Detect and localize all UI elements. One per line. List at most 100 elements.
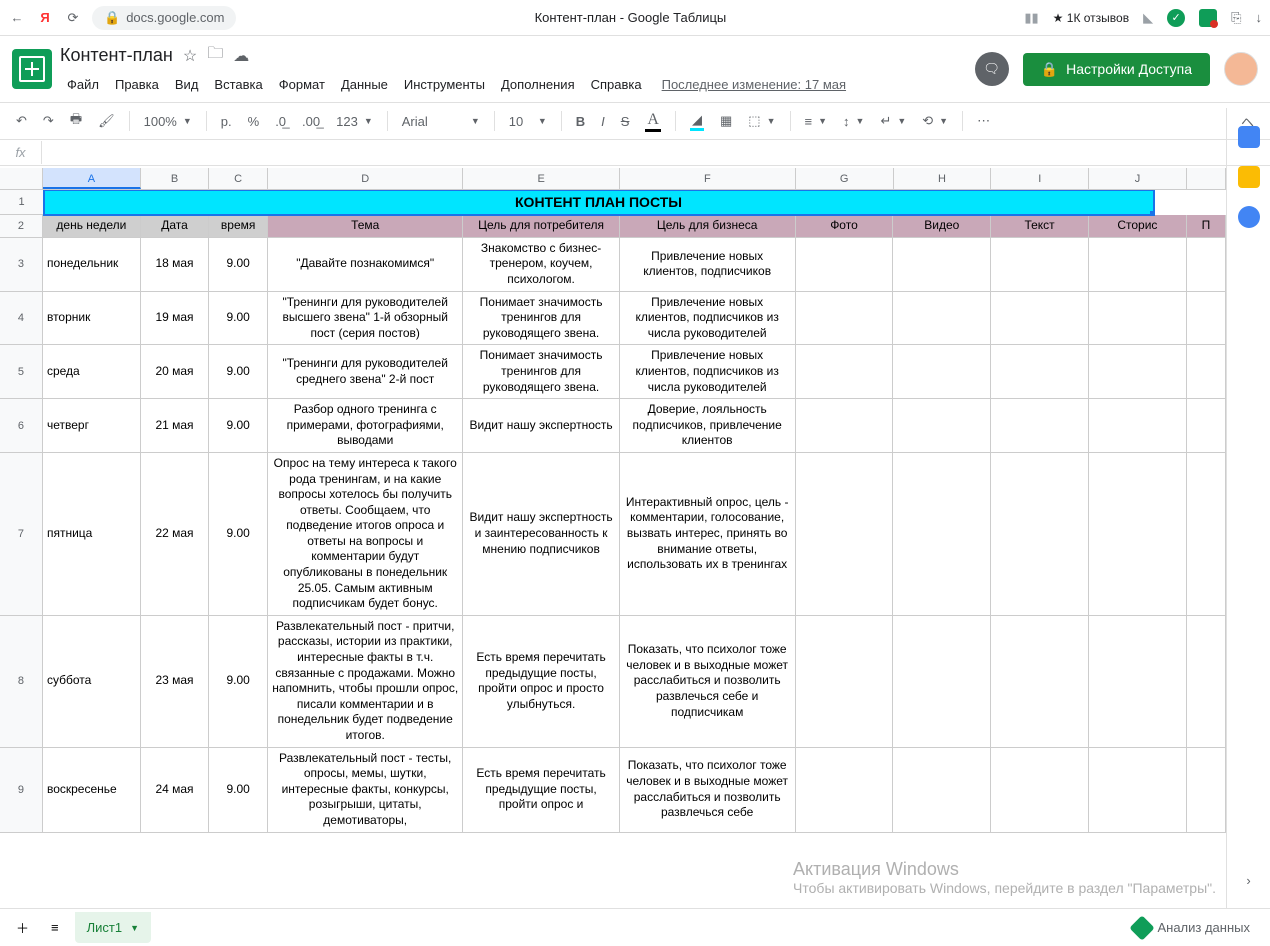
cell-photo[interactable] <box>796 399 894 453</box>
row-header[interactable]: 3 <box>0 238 43 292</box>
cell-text[interactable] <box>991 345 1089 399</box>
cell-business[interactable]: Доверие, лояльность подписчиков, привлеч… <box>620 399 796 453</box>
cell-day[interactable]: воскресенье <box>43 748 141 833</box>
row-header[interactable]: 7 <box>0 453 43 616</box>
text-color-button[interactable]: A <box>639 107 667 136</box>
italic-button[interactable]: I <box>595 110 611 133</box>
cell-day[interactable]: пятница <box>43 453 141 616</box>
cell-consumer[interactable]: Видит нашу экспертность <box>463 399 619 453</box>
cell-date[interactable]: 24 мая <box>141 748 210 833</box>
rotate-button[interactable]: ⟲▼ <box>916 109 954 133</box>
row-header[interactable]: 4 <box>0 292 43 346</box>
wrap-button[interactable]: ↵▼ <box>874 109 912 133</box>
cell-text[interactable] <box>991 399 1089 453</box>
bookmark-icon[interactable]: ◣ <box>1143 10 1153 26</box>
ext-check-icon[interactable]: ✓ <box>1167 9 1185 27</box>
cell-consumer[interactable]: Знакомство с бизнес-тренером, коучем, пс… <box>463 238 619 292</box>
yandex-icon[interactable]: Я <box>36 9 54 27</box>
cell-overflow[interactable] <box>1187 616 1226 748</box>
col-header-H[interactable]: H <box>894 168 992 189</box>
row-header[interactable]: 9 <box>0 748 43 833</box>
hdr-consumer[interactable]: Цель для потребителя <box>463 215 619 238</box>
cell-consumer[interactable]: Понимает значимость тренингов для руково… <box>463 292 619 346</box>
doc-title[interactable]: Контент-план <box>60 45 173 66</box>
undo-icon[interactable]: ↶ <box>10 109 33 133</box>
cell-day[interactable]: среда <box>43 345 141 399</box>
cell-video[interactable] <box>893 399 991 453</box>
hdr-photo[interactable]: Фото <box>796 215 894 238</box>
hdr-day[interactable]: день недели <box>43 215 141 238</box>
cell-date[interactable]: 19 мая <box>141 292 210 346</box>
font-select[interactable]: Arial▼ <box>396 110 486 133</box>
cell-video[interactable] <box>893 616 991 748</box>
cell-time[interactable]: 9.00 <box>209 453 268 616</box>
cell-date[interactable]: 22 мая <box>141 453 210 616</box>
stats-icon[interactable]: ▮▮ <box>1024 10 1038 26</box>
url-box[interactable]: 🔒 docs.google.com <box>92 6 236 30</box>
hdr-business[interactable]: Цель для бизнеса <box>620 215 796 238</box>
row-header[interactable]: 2 <box>0 215 43 238</box>
merge-button[interactable]: ⬚▼ <box>742 109 781 133</box>
menu-data[interactable]: Данные <box>334 73 395 96</box>
cell-consumer[interactable]: Есть время перечитать предыдущие посты, … <box>463 748 619 833</box>
cell-text[interactable] <box>991 616 1089 748</box>
grid-body[interactable]: 1 КОНТЕНТ ПЛАН ПОСТЫ 2 день недели Дата … <box>0 190 1226 908</box>
cell-stories[interactable] <box>1089 453 1187 616</box>
col-header-overflow[interactable] <box>1187 168 1226 189</box>
menu-file[interactable]: Файл <box>60 73 106 96</box>
menu-insert[interactable]: Вставка <box>207 73 269 96</box>
cell-stories[interactable] <box>1089 399 1187 453</box>
download-icon[interactable]: ↓ <box>1256 10 1263 25</box>
cell-stories[interactable] <box>1089 292 1187 346</box>
hdr-time[interactable]: время <box>209 215 268 238</box>
cell-day[interactable]: понедельник <box>43 238 141 292</box>
sheet-tab-menu-icon[interactable]: ▼ <box>130 923 139 933</box>
last-edit-link[interactable]: Последнее изменение: 17 мая <box>655 73 853 96</box>
col-header-A[interactable]: A <box>43 168 141 189</box>
hdr-stories[interactable]: Сторис <box>1089 215 1187 238</box>
cell-text[interactable] <box>991 292 1089 346</box>
cell-photo[interactable] <box>796 616 894 748</box>
percent-button[interactable]: % <box>242 110 266 133</box>
cell-video[interactable] <box>893 345 991 399</box>
valign-button[interactable]: ↕▼ <box>837 110 870 133</box>
cell-time[interactable]: 9.00 <box>209 748 268 833</box>
title-cell[interactable]: КОНТЕНТ ПЛАН ПОСТЫ <box>44 190 1154 215</box>
col-header-J[interactable]: J <box>1089 168 1187 189</box>
cell-video[interactable] <box>893 238 991 292</box>
cell-topic[interactable]: "Тренинги для руководителей высшего звен… <box>268 292 463 346</box>
avatar[interactable] <box>1224 52 1258 86</box>
menu-view[interactable]: Вид <box>168 73 206 96</box>
cell-topic[interactable]: Развлекательный пост - тесты, опросы, ме… <box>268 748 463 833</box>
cell-photo[interactable] <box>796 748 894 833</box>
cell-consumer[interactable]: Видит нашу экспертность и заинтересованн… <box>463 453 619 616</box>
zoom-select[interactable]: 100%▼ <box>138 110 198 133</box>
cell-overflow[interactable] <box>1187 345 1226 399</box>
menu-help[interactable]: Справка <box>584 73 649 96</box>
hdr-overflow[interactable]: П <box>1187 215 1226 238</box>
dec-increase-button[interactable]: .00̲ <box>296 110 326 133</box>
cloud-icon[interactable]: ☁ <box>233 46 249 66</box>
back-icon[interactable]: ← <box>8 9 26 27</box>
menu-edit[interactable]: Правка <box>108 73 166 96</box>
row-header[interactable]: 6 <box>0 399 43 453</box>
cell-stories[interactable] <box>1089 345 1187 399</box>
cell-topic[interactable]: "Тренинги для руководителей среднего зве… <box>268 345 463 399</box>
cell-video[interactable] <box>893 292 991 346</box>
cell-time[interactable]: 9.00 <box>209 345 268 399</box>
cell-time[interactable]: 9.00 <box>209 238 268 292</box>
paint-format-icon[interactable]: 🖌 <box>92 109 121 133</box>
cell-business[interactable]: Привлечение новых клиентов, подписчиков … <box>620 345 796 399</box>
select-all-corner[interactable] <box>0 168 43 189</box>
cell-day[interactable]: вторник <box>43 292 141 346</box>
more-button[interactable]: ⋯ <box>971 109 996 133</box>
star-icon[interactable]: ☆ <box>183 46 197 66</box>
cell-topic[interactable]: Развлекательный пост - притчи, рассказы,… <box>268 616 463 748</box>
col-header-C[interactable]: C <box>209 168 268 189</box>
sheets-logo-icon[interactable] <box>12 49 52 89</box>
cell-overflow[interactable] <box>1187 453 1226 616</box>
strike-button[interactable]: S <box>615 110 636 133</box>
comments-button[interactable]: 🗨 <box>975 52 1009 86</box>
hdr-date[interactable]: Дата <box>141 215 210 238</box>
cell-stories[interactable] <box>1089 748 1187 833</box>
